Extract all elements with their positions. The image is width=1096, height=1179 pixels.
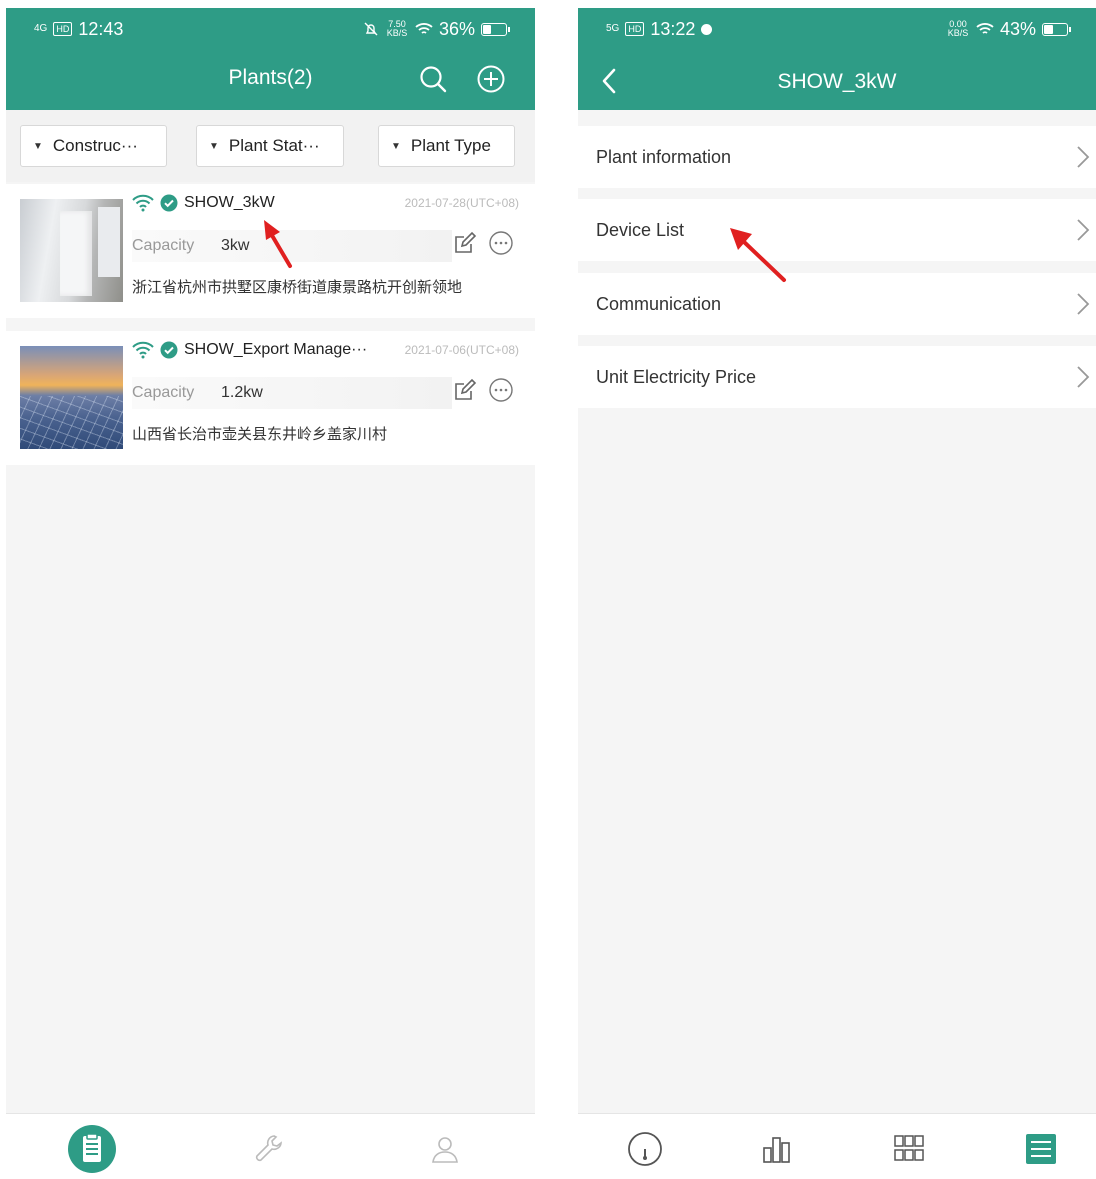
grid-icon <box>894 1135 924 1161</box>
net-speed: 7.50 KB/S <box>386 19 408 38</box>
dropdown-triangle-icon: ▼ <box>209 140 219 152</box>
status-bar: 5G HD 13:22 0.00 KB/S 43% <box>606 16 1071 42</box>
more-options-icon[interactable] <box>488 230 514 256</box>
app-header: 4G HD 12:43 7.50 KB/S 36% Plants(2) <box>6 8 535 110</box>
menu-unit-electricity-price[interactable]: Unit Electricity Price <box>578 346 1096 408</box>
chevron-right-icon <box>1077 366 1090 388</box>
menu-device-list[interactable]: Device List <box>578 199 1096 261</box>
status-bar: 4G HD 12:43 7.50 KB/S 36% <box>34 16 510 42</box>
bottom-tab-bar <box>578 1113 1096 1179</box>
plant-date: 2021-07-28(UTC+08) <box>404 196 519 210</box>
plant-card[interactable]: SHOW_Export Manage··· 2021-07-06(UTC+08)… <box>6 331 535 465</box>
plant-detail-screen: 5G HD 13:22 0.00 KB/S 43% SHOW_3kW Plant… <box>578 8 1096 1179</box>
plant-thumbnail <box>20 346 123 449</box>
edit-icon[interactable] <box>452 230 478 256</box>
tab-plants[interactable] <box>67 1124 117 1174</box>
signal-icon: 4G <box>34 23 48 34</box>
bottom-tab-bar <box>6 1113 535 1179</box>
plant-name[interactable]: SHOW_Export Manage··· <box>184 341 367 359</box>
battery-percent: 36% <box>438 18 475 39</box>
plant-address: 浙江省杭州市拱墅区康桥街道康景路杭开创新领地 <box>132 279 463 296</box>
battery-icon <box>481 22 510 36</box>
user-icon <box>432 1137 458 1163</box>
hd-icon: HD <box>625 22 645 36</box>
construction-filter[interactable]: ▼ Construc··· <box>20 125 167 167</box>
plant-thumbnail <box>20 199 123 302</box>
menu-plant-information[interactable]: Plant information <box>578 126 1096 188</box>
app-header: 5G HD 13:22 0.00 KB/S 43% SHOW_3kW <box>578 8 1096 110</box>
filter-label: Plant Stat··· <box>228 136 320 155</box>
capacity-value: 3kw <box>221 237 250 254</box>
verified-check-icon <box>160 194 178 212</box>
list-icon <box>1026 1134 1056 1164</box>
filter-bar: ▼ Construc··· ▼ Plant Stat··· ▼ Plant Ty… <box>6 110 535 182</box>
status-time: 13:22 <box>650 18 696 39</box>
wrench-icon <box>255 1135 282 1162</box>
notification-dot-icon <box>701 23 713 35</box>
tab-statistics[interactable] <box>752 1124 802 1174</box>
plant-date: 2021-07-06(UTC+08) <box>404 343 519 357</box>
plant-name[interactable]: SHOW_3kW <box>184 194 275 212</box>
capacity-value: 1.2kw <box>221 384 263 401</box>
hd-icon: HD <box>53 22 73 36</box>
tab-profile[interactable] <box>420 1124 470 1174</box>
bar-chart-icon <box>763 1137 790 1163</box>
menu-label: Unit Electricity Price <box>596 366 757 387</box>
add-plant-icon[interactable] <box>476 64 506 94</box>
edit-icon[interactable] <box>452 377 478 403</box>
mute-icon <box>364 22 378 36</box>
page-title: SHOW_3kW <box>777 70 897 93</box>
menu-label: Communication <box>596 293 722 314</box>
menu-label: Device List <box>596 219 685 240</box>
online-wifi-icon <box>132 341 154 359</box>
battery-icon <box>1042 22 1071 36</box>
gauge-icon <box>628 1132 662 1166</box>
chevron-right-icon <box>1077 293 1090 315</box>
net-speed: 0.00 KB/S <box>947 19 969 38</box>
verified-check-icon <box>160 341 178 359</box>
menu-communication[interactable]: Communication <box>578 273 1096 335</box>
menu-label: Plant information <box>596 146 732 167</box>
chevron-right-icon <box>1077 146 1090 168</box>
online-wifi-icon <box>132 194 154 212</box>
capacity-label: Capacity <box>132 384 195 401</box>
dropdown-triangle-icon: ▼ <box>391 140 401 152</box>
filter-label: Plant Type <box>410 136 491 155</box>
plant-list-tab-icon <box>68 1125 116 1173</box>
plant-type-filter[interactable]: ▼ Plant Type <box>378 125 515 167</box>
plants-screen: 4G HD 12:43 7.50 KB/S 36% Plants(2) ▼ Co… <box>6 8 535 1179</box>
filter-label: Construc··· <box>52 136 138 155</box>
wifi-icon <box>415 23 433 34</box>
tab-devices[interactable] <box>884 1124 934 1174</box>
dropdown-triangle-icon: ▼ <box>33 140 43 152</box>
capacity-row: Capacity 1.2kw <box>132 377 452 409</box>
status-time: 12:43 <box>78 18 124 39</box>
tab-overview[interactable] <box>620 1124 670 1174</box>
plant-card[interactable]: SHOW_3kW 2021-07-28(UTC+08) Capacity 3kw… <box>6 184 535 318</box>
plant-status-filter[interactable]: ▼ Plant Stat··· <box>196 125 344 167</box>
signal-icon: 5G <box>606 23 620 34</box>
battery-percent: 43% <box>999 18 1036 39</box>
chevron-right-icon <box>1077 219 1090 241</box>
page-title: Plants(2) <box>228 66 313 89</box>
more-options-icon[interactable] <box>488 377 514 403</box>
search-icon[interactable] <box>418 64 448 94</box>
tab-more[interactable] <box>1016 1124 1066 1174</box>
wifi-icon <box>976 23 994 34</box>
capacity-row: Capacity 3kw <box>132 230 452 262</box>
plant-address: 山西省长治市壶关县东井岭乡盖家川村 <box>132 426 388 443</box>
tab-tools[interactable] <box>244 1124 294 1174</box>
capacity-label: Capacity <box>132 237 195 254</box>
